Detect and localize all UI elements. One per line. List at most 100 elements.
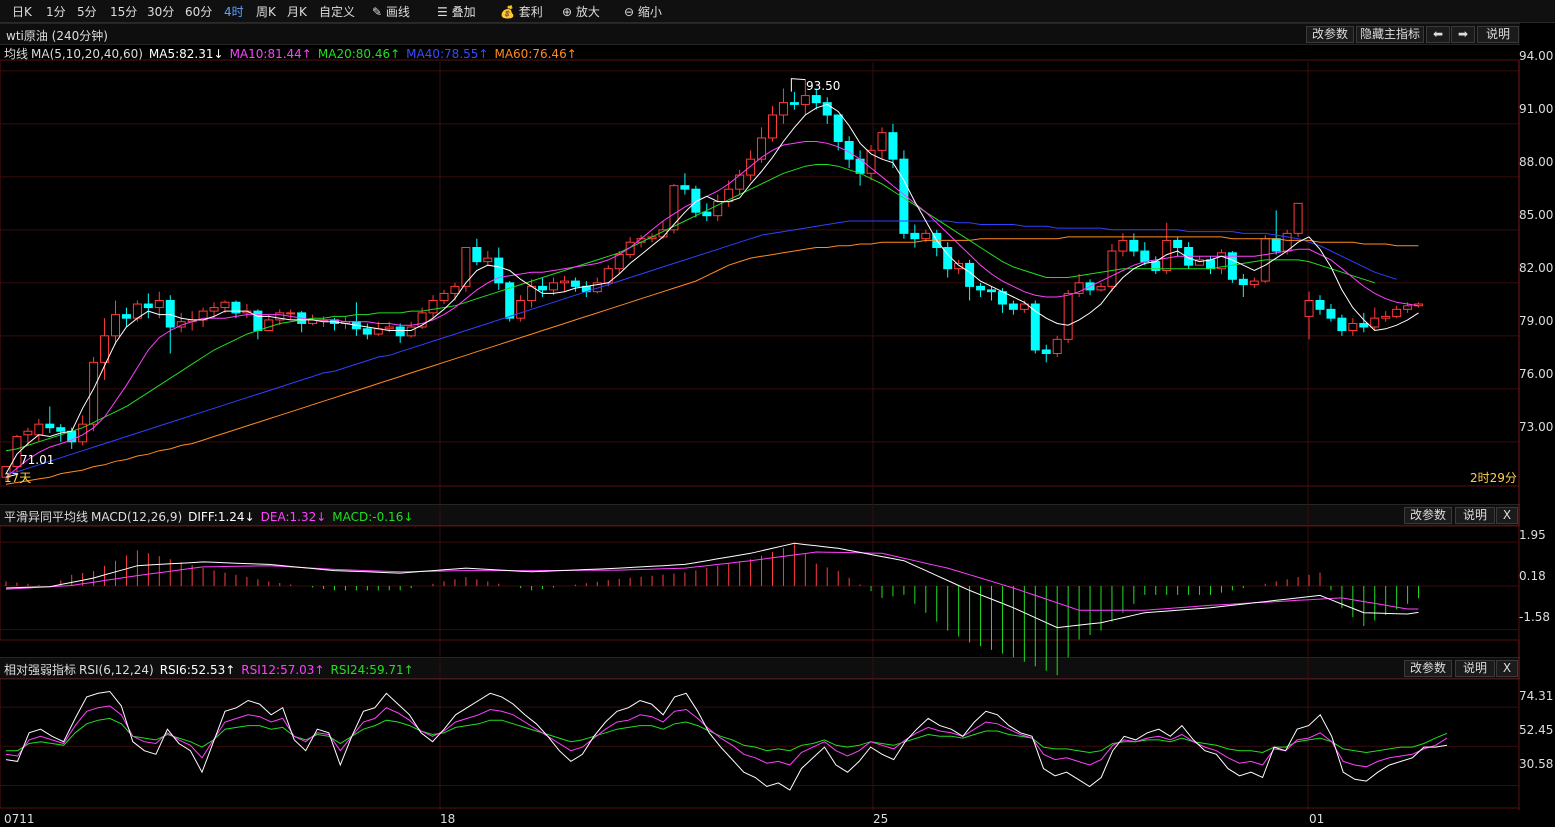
candle-body [669, 185, 679, 231]
candle-body [1238, 278, 1248, 286]
candle-body [220, 301, 230, 309]
price-y-tick: 76.00 [1519, 367, 1554, 381]
x-label-01: 01 [1309, 812, 1325, 826]
macd-y-tick: 0.18 [1519, 569, 1546, 583]
candle-body [1173, 239, 1183, 249]
candle-body [768, 114, 777, 139]
time-left-label: 2时29分 [1470, 471, 1517, 485]
candle-body [406, 326, 416, 337]
candle-body [1271, 238, 1281, 252]
macd-frame [0, 525, 1520, 641]
candle-body [833, 114, 843, 142]
candle-body [56, 427, 66, 432]
candle-body [778, 102, 788, 116]
candle-body [789, 102, 799, 105]
candle-body [954, 262, 964, 270]
candle-body [1096, 285, 1106, 291]
candle-body [1249, 280, 1259, 286]
candle-body [746, 158, 756, 176]
high-price-label: 93.50 [806, 79, 841, 93]
candle-body [538, 285, 548, 291]
candle-body [987, 289, 996, 293]
ma60-line [5, 236, 1419, 485]
candle-body [1381, 315, 1391, 319]
candle-body [910, 232, 920, 240]
rsi12-line [5, 705, 1448, 768]
macd-y-tick: -1.58 [1519, 610, 1551, 624]
candle-body [286, 312, 296, 315]
candle-body [549, 282, 558, 291]
low-price-label: 71.01 [20, 453, 55, 467]
candle-body [888, 132, 898, 160]
candle-body [1370, 317, 1380, 328]
candle-body [1162, 239, 1172, 271]
candle-body [976, 285, 986, 291]
candle-body [23, 430, 33, 436]
candle-body [559, 280, 569, 284]
candle-body [253, 310, 263, 332]
price-y-tick: 82.00 [1519, 261, 1554, 275]
candle-body [1041, 349, 1051, 355]
candle-body [428, 300, 438, 314]
x-label-18: 18 [440, 812, 456, 826]
rsi-frame [0, 678, 1520, 809]
candle-body [111, 314, 120, 337]
candle-body [362, 328, 372, 335]
candle-body [450, 285, 460, 294]
x-label-0711: 0711 [4, 812, 35, 826]
ma5-line [5, 103, 1419, 474]
candle-body [100, 335, 110, 363]
candle-body [1118, 239, 1128, 252]
candle-body [209, 307, 219, 312]
x-label-25: 25 [873, 812, 889, 826]
rsi24-line [6, 717, 1448, 754]
candle-body [143, 303, 153, 309]
candle-body [877, 132, 887, 151]
candle-body [165, 300, 175, 328]
candle-body [1315, 300, 1325, 310]
candle-body [570, 280, 580, 287]
candle-body [45, 423, 55, 429]
rsi-y-tick: 74.31 [1519, 689, 1554, 703]
candle-body [1304, 300, 1314, 317]
candle-body [1206, 259, 1215, 270]
candle-body [516, 300, 526, 319]
candle-body [800, 95, 810, 105]
price-y-tick: 85.00 [1519, 208, 1554, 222]
rsi6-line [5, 690, 1448, 791]
candle-body [121, 314, 131, 319]
candle-body [1063, 292, 1073, 340]
candle-body [264, 319, 274, 332]
candle-body [395, 326, 405, 337]
candle-body [1348, 322, 1358, 332]
price-y-tick: 94.00 [1519, 49, 1554, 63]
price-chart[interactable] [0, 0, 1555, 827]
candle-body [439, 292, 449, 301]
candle-body [1140, 250, 1150, 263]
candle-body [1008, 303, 1018, 310]
macd-y-tick: 1.95 [1519, 528, 1546, 542]
price-y-tick: 91.00 [1519, 102, 1554, 116]
candle-body [921, 232, 931, 240]
price-y-tick: 79.00 [1519, 314, 1554, 328]
price-y-tick: 88.00 [1519, 155, 1554, 169]
days-label: 17天 [4, 471, 32, 485]
candle-body [1337, 317, 1347, 332]
candle-body [1359, 322, 1369, 328]
candle-body [34, 423, 44, 436]
candle-body [154, 300, 164, 309]
candle-body [702, 211, 712, 217]
candle-body [614, 254, 624, 270]
rsi-y-tick: 52.45 [1519, 723, 1554, 737]
candle-body [1129, 239, 1139, 252]
candle-body [1052, 338, 1062, 355]
candle-body [461, 247, 471, 287]
candle-body [1403, 305, 1413, 310]
candle-body [1392, 308, 1402, 317]
candle-body [483, 257, 493, 263]
high-marker [790, 78, 806, 92]
candle-body [811, 95, 821, 104]
rsi-y-tick: 30.58 [1519, 757, 1554, 771]
candle-body [384, 326, 394, 330]
candle-body [1107, 250, 1117, 287]
